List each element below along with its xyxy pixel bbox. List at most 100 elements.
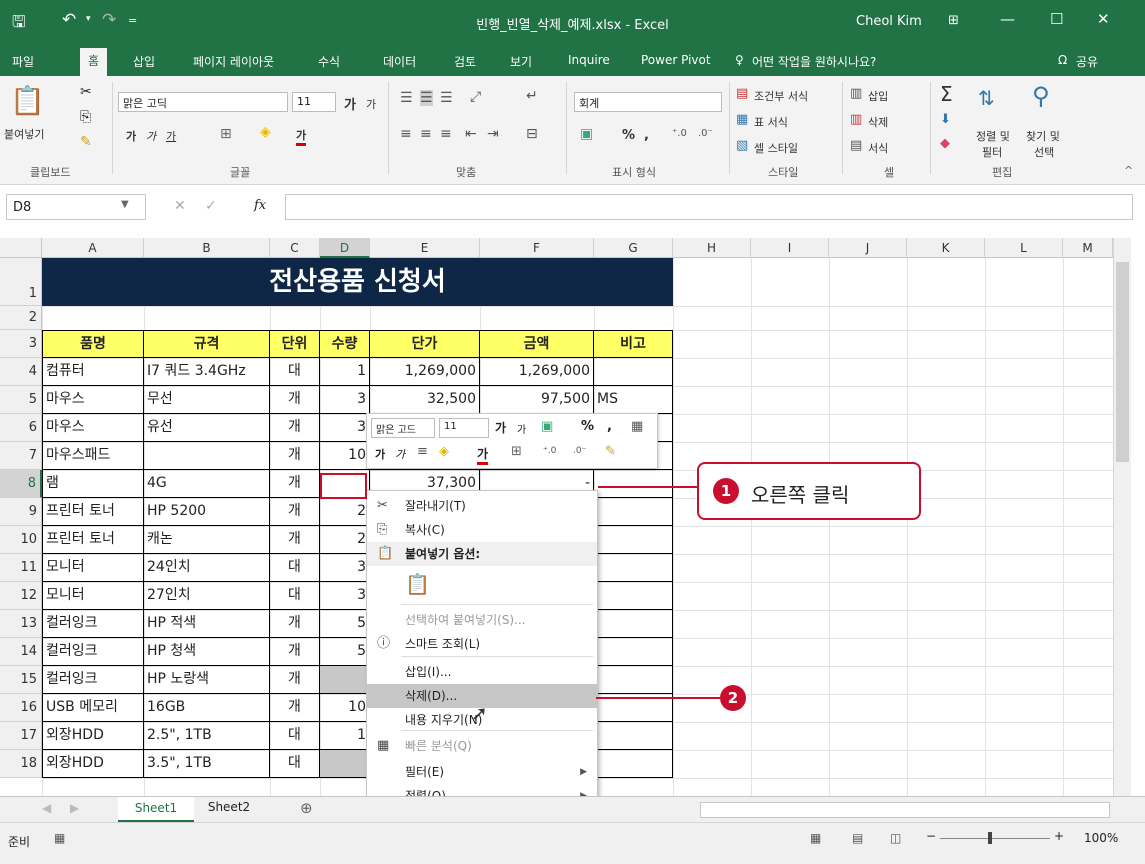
format-painter-icon[interactable]: ✎ <box>80 134 92 150</box>
context-menu-item-10[interactable]: 필터(E) ▶ <box>367 760 597 784</box>
cell-d18[interactable] <box>320 750 370 778</box>
vertical-scrollbar[interactable] <box>1113 238 1131 796</box>
cell-c10[interactable]: 개 <box>270 526 320 554</box>
sheet-tab-sheet2[interactable]: Sheet2 <box>196 800 262 814</box>
cell-g9[interactable] <box>594 498 673 526</box>
cell-a14[interactable]: 컬러잉크 <box>42 638 144 666</box>
zoom-level[interactable]: 100% <box>1084 831 1118 845</box>
context-menu-item-5[interactable]: ⓘ 스마트 조회(L) <box>367 632 597 656</box>
cell-g11[interactable] <box>594 554 673 582</box>
cell-e3[interactable]: 단가 <box>370 330 480 358</box>
format-as-table-icon[interactable]: ▦ <box>736 112 748 127</box>
cell-b3[interactable]: 규격 <box>144 330 270 358</box>
format-cells-icon[interactable]: ▤ <box>850 138 862 153</box>
find-select-button[interactable]: 찾기 및 <box>1026 128 1060 144</box>
cell-a4[interactable]: 컴퓨터 <box>42 358 144 386</box>
column-header-h[interactable]: H <box>673 238 751 258</box>
cell-g17[interactable] <box>594 722 673 750</box>
cell-e5[interactable]: 32,500 <box>370 386 480 414</box>
cell-c14[interactable]: 개 <box>270 638 320 666</box>
page-break-view-icon[interactable]: ◫ <box>890 831 901 845</box>
cell-b6[interactable]: 유선 <box>144 414 270 442</box>
row-header-7[interactable]: 7 <box>0 442 42 470</box>
zoom-slider-thumb[interactable] <box>988 832 992 844</box>
sheet-title[interactable]: 전산용품 신청서 <box>42 258 673 306</box>
cell-g12[interactable] <box>594 582 673 610</box>
user-name[interactable]: Cheol Kim <box>856 14 922 29</box>
cell-c15[interactable]: 개 <box>270 666 320 694</box>
cell-b18[interactable]: 3.5", 1TB <box>144 750 270 778</box>
fill-color-icon[interactable]: ◈ <box>260 124 271 140</box>
orientation-icon[interactable]: ⤢ <box>470 89 481 105</box>
row-header-18[interactable]: 18 <box>0 750 42 778</box>
cell-d6[interactable]: 3 <box>320 414 370 442</box>
next-sheet-icon[interactable]: ▶ <box>70 801 79 815</box>
conditional-format-button[interactable]: 조건부 서식 <box>754 88 808 104</box>
cell-a13[interactable]: 컬러잉크 <box>42 610 144 638</box>
mini-grow-font-icon[interactable]: 가 <box>495 419 506 436</box>
mini-shrink-font-icon[interactable]: 가 <box>517 421 526 436</box>
cell-b14[interactable]: HP 청색 <box>144 638 270 666</box>
cell-a9[interactable]: 프린터 토너 <box>42 498 144 526</box>
cell-a6[interactable]: 마우스 <box>42 414 144 442</box>
tab-power-pivot[interactable]: Power Pivot <box>641 53 711 67</box>
select-all-corner[interactable] <box>0 238 42 258</box>
row-header-6[interactable]: 6 <box>0 414 42 442</box>
context-menu-item-4[interactable]: 선택하여 붙여넣기(S)... <box>367 608 597 632</box>
italic-button[interactable]: 가 <box>146 128 156 144</box>
tab-formulas[interactable]: 수식 <box>318 53 340 70</box>
cell-a17[interactable]: 외장HDD <box>42 722 144 750</box>
cell-b12[interactable]: 27인치 <box>144 582 270 610</box>
format-as-table-button[interactable]: 표 서식 <box>754 114 788 130</box>
restore-button[interactable]: ☐ <box>1050 10 1063 28</box>
cell-styles-button[interactable]: 셀 스타일 <box>754 140 798 156</box>
cell-a11[interactable]: 모니터 <box>42 554 144 582</box>
cell-b11[interactable]: 24인치 <box>144 554 270 582</box>
column-header-f[interactable]: F <box>480 238 594 258</box>
cell-a12[interactable]: 모니터 <box>42 582 144 610</box>
find-select-button-line2[interactable]: 선택 <box>1034 144 1054 160</box>
ribbon-display-icon[interactable]: ⊞ <box>948 13 959 28</box>
sheet-tab-sheet1[interactable]: Sheet1 <box>118 797 194 823</box>
cell-d9[interactable]: 2 <box>320 498 370 526</box>
cell-g4[interactable] <box>594 358 673 386</box>
insert-function-button[interactable]: fx <box>254 198 266 213</box>
column-header-a[interactable]: A <box>42 238 144 258</box>
row-header-13[interactable]: 13 <box>0 610 42 638</box>
cell-b16[interactable]: 16GB <box>144 694 270 722</box>
tell-me-box[interactable]: 어떤 작업을 원하시나요? <box>752 53 876 70</box>
clear-icon[interactable]: ◆ <box>940 136 950 151</box>
cell-b8[interactable]: 4G <box>144 470 270 498</box>
collapse-ribbon-icon[interactable]: ^ <box>1124 164 1133 177</box>
align-middle-icon[interactable]: ☰ <box>420 90 433 106</box>
cell-c7[interactable]: 개 <box>270 442 320 470</box>
cell-a7[interactable]: 마우스패드 <box>42 442 144 470</box>
add-sheet-icon[interactable]: ⊕ <box>300 799 313 817</box>
cell-a3[interactable]: 품명 <box>42 330 144 358</box>
sort-filter-button-line2[interactable]: 필터 <box>982 144 1002 160</box>
cell-a5[interactable]: 마우스 <box>42 386 144 414</box>
format-cells-button[interactable]: 서식 <box>868 140 888 156</box>
mini-format-painter-icon[interactable]: ✎ <box>605 444 616 459</box>
mini-increase-decimal-icon[interactable]: ⁺.0 <box>543 446 556 456</box>
cell-a10[interactable]: 프린터 토너 <box>42 526 144 554</box>
decrease-indent-icon[interactable]: ⇤ <box>465 126 477 142</box>
mini-fill-color-icon[interactable]: ◈ <box>439 444 449 459</box>
cell-a8[interactable]: 램 <box>42 470 144 498</box>
underline-button[interactable]: 가 <box>166 128 176 144</box>
column-header-d[interactable]: D <box>320 238 370 258</box>
zoom-out-icon[interactable]: − <box>926 829 936 843</box>
cancel-entry-icon[interactable]: ✕ <box>174 198 186 214</box>
cell-d3[interactable]: 수량 <box>320 330 370 358</box>
align-center-icon[interactable]: ≡ <box>420 126 432 142</box>
cut-icon[interactable]: ✂ <box>80 84 92 100</box>
zoom-in-icon[interactable]: + <box>1054 829 1064 843</box>
cell-c11[interactable]: 대 <box>270 554 320 582</box>
cell-d14[interactable]: 5 <box>320 638 370 666</box>
row-header-8[interactable]: 8 <box>0 470 42 498</box>
tab-page-layout[interactable]: 페이지 레이아웃 <box>193 53 274 70</box>
prev-sheet-icon[interactable]: ◀ <box>42 801 51 815</box>
cell-styles-icon[interactable]: ▧ <box>736 138 748 153</box>
page-layout-view-icon[interactable]: ▤ <box>852 831 863 845</box>
column-header-l[interactable]: L <box>985 238 1063 258</box>
